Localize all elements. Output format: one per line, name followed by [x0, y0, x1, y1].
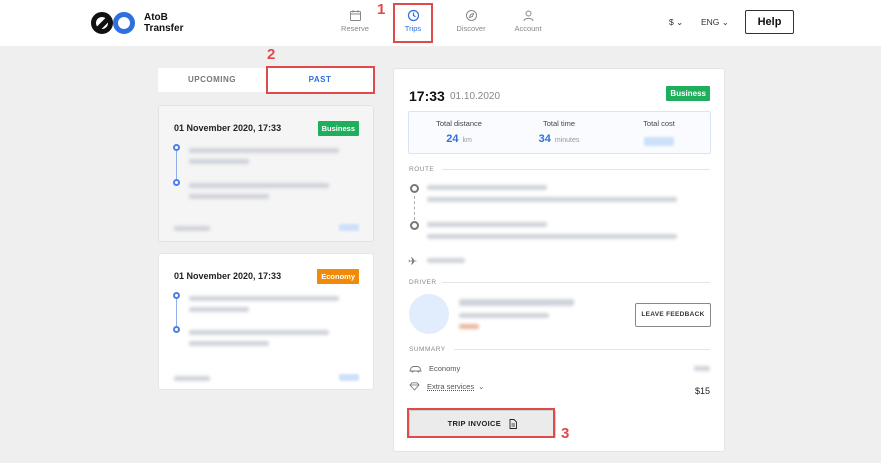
brand-line2: Transfer — [144, 23, 184, 34]
distance-label: Total distance — [436, 119, 482, 128]
chevron-down-icon: ⌄ — [676, 17, 684, 27]
class-badge: Business — [666, 86, 710, 101]
logo-mark-icon — [91, 12, 135, 34]
dropoff-details-blurred — [427, 234, 677, 239]
annotation-1: 1 — [377, 1, 386, 18]
extra-services-price: $15 — [694, 386, 710, 396]
brand-line1: AtoB — [144, 12, 168, 23]
calendar-icon — [349, 10, 361, 21]
driver-rating-blurred — [459, 324, 479, 329]
flight-number-blurred — [427, 258, 465, 263]
annotation-3: 3 — [561, 425, 570, 442]
origin-dot-icon — [173, 292, 180, 299]
user-icon — [523, 10, 533, 22]
origin-address-blurred — [189, 307, 249, 312]
route-dash — [414, 196, 415, 220]
summary-row-economy: Economy — [409, 364, 460, 373]
chevron-down-icon: ⌄ — [721, 17, 729, 27]
origin-address-blurred — [189, 296, 339, 301]
cost-label: Total cost — [643, 119, 675, 128]
summary-row-extra[interactable]: Extra services ⌄ — [409, 382, 484, 391]
pickup-address-blurred — [427, 185, 547, 190]
annotation-2: 2 — [267, 46, 276, 63]
driver-avatar — [409, 294, 449, 334]
trip-stats: Total distance 24 km Total time 34 minutes… — [408, 111, 711, 154]
economy-label: Economy — [429, 364, 461, 373]
divider — [442, 282, 710, 283]
route-title: ROUTE — [409, 166, 435, 173]
price-blurred — [174, 376, 210, 381]
origin-address-blurred — [189, 148, 339, 153]
divider — [442, 169, 710, 170]
price-blurred — [174, 226, 210, 231]
driver-car-blurred — [459, 313, 549, 318]
highlight-past — [266, 66, 375, 94]
chevron-down-icon: ⌄ — [478, 382, 485, 391]
destination-address-blurred — [189, 341, 269, 346]
destination-address-blurred — [189, 183, 329, 188]
economy-price-blurred — [694, 366, 710, 371]
class-badge: Economy — [317, 269, 359, 284]
help-button[interactable]: Help — [745, 10, 794, 34]
currency-selector[interactable]: $ ⌄ — [669, 17, 683, 28]
nav-account[interactable]: Account — [500, 6, 556, 42]
brand-logo[interactable]: AtoB Transfer — [90, 11, 183, 35]
trip-date: 01 November 2020, 17:33 — [174, 271, 282, 281]
tab-upcoming[interactable]: UPCOMING — [158, 68, 266, 92]
highlight-invoice — [407, 408, 555, 438]
trip-detail-panel: 17:33 01.10.2020 Business Total distance… — [393, 68, 725, 452]
class-badge: Business — [317, 121, 359, 136]
trip-time: 17:33 — [409, 88, 445, 104]
time-label: Total time — [542, 119, 576, 128]
language-selector[interactable]: ENG ⌄ — [701, 17, 729, 28]
language-value: ENG — [701, 17, 720, 27]
pickup-details-blurred — [427, 197, 677, 202]
brand-name: AtoB Transfer — [144, 12, 183, 34]
trip-card[interactable]: 01 November 2020, 17:33 Business — [158, 105, 374, 242]
destination-address-blurred — [189, 330, 329, 335]
divider — [454, 349, 710, 350]
highlight-trips — [393, 3, 433, 43]
status-blurred — [339, 374, 359, 381]
stat-distance: Total distance 24 km — [414, 119, 504, 145]
dropoff-address-blurred — [427, 222, 547, 227]
summary-title: SUMMARY — [409, 346, 446, 353]
time-unit: minutes — [554, 137, 580, 144]
car-icon — [409, 365, 422, 372]
airplane-icon: ✈ — [408, 256, 418, 268]
extra-services-label: Extra services — [427, 382, 475, 391]
destination-dot-icon — [173, 179, 180, 186]
stat-cost: Total cost — [614, 119, 704, 146]
leave-feedback-button[interactable]: LEAVE FEEDBACK — [635, 303, 711, 327]
origin-dot-icon — [173, 144, 180, 151]
destination-ring-icon — [410, 221, 419, 230]
nav-reserve[interactable]: Reserve — [327, 6, 383, 42]
nav-discover[interactable]: Discover — [443, 6, 499, 42]
time-value: 34 — [538, 133, 551, 145]
diamond-icon — [409, 382, 420, 391]
status-blurred — [339, 224, 359, 231]
distance-unit: km — [462, 137, 472, 144]
nav-discover-label: Discover — [456, 24, 486, 33]
destination-address-blurred — [189, 194, 269, 199]
trip-card[interactable]: 01 November 2020, 17:33 Economy — [158, 253, 374, 390]
stat-time: Total time 34 minutes — [514, 119, 604, 145]
nav-account-label: Account — [514, 24, 542, 33]
distance-value: 24 — [446, 133, 459, 145]
driver-title: DRIVER — [409, 279, 437, 286]
nav-reserve-label: Reserve — [341, 24, 369, 33]
cost-value-blurred — [644, 137, 674, 146]
trip-date: 01 November 2020, 17:33 — [174, 123, 282, 133]
origin-ring-icon — [410, 184, 419, 193]
compass-icon — [465, 10, 477, 21]
top-header: AtoB Transfer Reserve Trips Discover Acc… — [0, 0, 881, 46]
trip-date: 01.10.2020 — [450, 91, 501, 102]
origin-address-blurred — [189, 159, 249, 164]
driver-name-blurred — [459, 299, 574, 306]
destination-dot-icon — [173, 326, 180, 333]
currency-value: $ — [669, 17, 674, 27]
